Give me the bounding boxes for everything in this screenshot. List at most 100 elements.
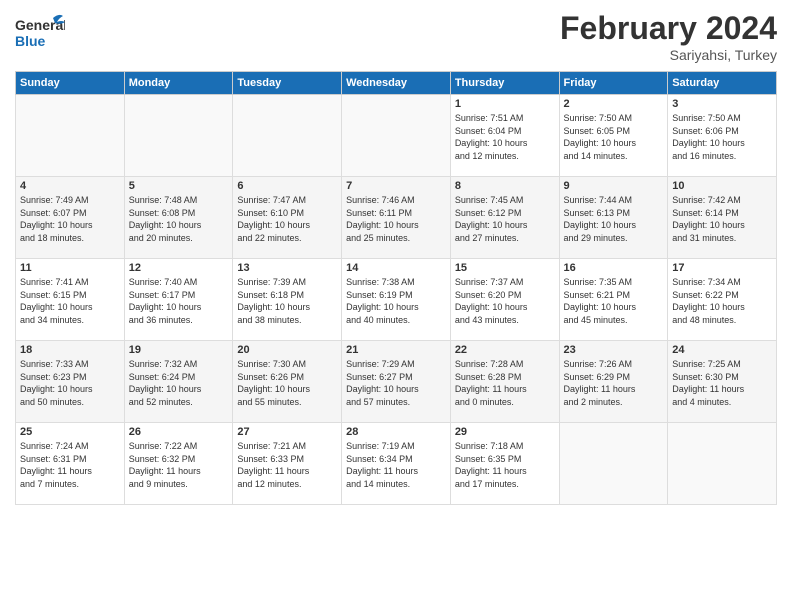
day-info: Sunrise: 7:49 AM Sunset: 6:07 PM Dayligh… (20, 194, 120, 244)
day-info: Sunrise: 7:35 AM Sunset: 6:21 PM Dayligh… (564, 276, 664, 326)
day-cell: 9 Sunrise: 7:44 AM Sunset: 6:13 PM Daylig… (559, 177, 668, 259)
day-info: Sunrise: 7:25 AM Sunset: 6:30 PM Dayligh… (672, 358, 772, 408)
day-info: Sunrise: 7:32 AM Sunset: 6:24 PM Dayligh… (129, 358, 229, 408)
day-number: 3 (672, 98, 772, 110)
day-info: Sunrise: 7:33 AM Sunset: 6:23 PM Dayligh… (20, 358, 120, 408)
day-number: 9 (564, 180, 664, 192)
day-cell: 27 Sunrise: 7:21 AM Sunset: 6:33 PM Dayli… (233, 423, 342, 505)
day-number: 4 (20, 180, 120, 192)
day-cell: 4 Sunrise: 7:49 AM Sunset: 6:07 PM Daylig… (16, 177, 125, 259)
day-cell: 6 Sunrise: 7:47 AM Sunset: 6:10 PM Daylig… (233, 177, 342, 259)
col-tuesday: Tuesday (233, 72, 342, 95)
day-number: 22 (455, 344, 555, 356)
title-area: February 2024 Sariyahsi, Turkey (560, 10, 777, 63)
day-info: Sunrise: 7:34 AM Sunset: 6:22 PM Dayligh… (672, 276, 772, 326)
day-info: Sunrise: 7:45 AM Sunset: 6:12 PM Dayligh… (455, 194, 555, 244)
calendar-table: Sunday Monday Tuesday Wednesday Thursday… (15, 71, 777, 505)
day-cell (124, 95, 233, 177)
day-cell: 29Sunrise: 7:18 AM Sunset: 6:35 PM Dayli… (450, 423, 559, 505)
day-info: Sunrise: 7:46 AM Sunset: 6:11 PM Dayligh… (346, 194, 446, 244)
day-number: 23 (564, 344, 664, 356)
day-cell (668, 423, 777, 505)
day-number: 10 (672, 180, 772, 192)
day-number: 13 (237, 262, 337, 274)
day-cell: 14 Sunrise: 7:38 AM Sunset: 6:19 PM Dayli… (342, 259, 451, 341)
day-cell: 8 Sunrise: 7:45 AM Sunset: 6:12 PM Daylig… (450, 177, 559, 259)
day-cell: 3 Sunrise: 7:50 AM Sunset: 6:06 PM Daylig… (668, 95, 777, 177)
day-info: Sunrise: 7:37 AM Sunset: 6:20 PM Dayligh… (455, 276, 555, 326)
day-info: Sunrise: 7:28 AM Sunset: 6:28 PM Dayligh… (455, 358, 555, 408)
day-number: 11 (20, 262, 120, 274)
header-area: General Blue February 2024 Sariyahsi, Tu… (15, 10, 777, 63)
day-cell: 19 Sunrise: 7:32 AM Sunset: 6:24 PM Dayli… (124, 341, 233, 423)
day-number: 12 (129, 262, 229, 274)
day-cell: 28 Sunrise: 7:19 AM Sunset: 6:34 PM Dayli… (342, 423, 451, 505)
day-number: 6 (237, 180, 337, 192)
day-info: Sunrise: 7:29 AM Sunset: 6:27 PM Dayligh… (346, 358, 446, 408)
day-info: Sunrise: 7:41 AM Sunset: 6:15 PM Dayligh… (20, 276, 120, 326)
col-thursday: Thursday (450, 72, 559, 95)
day-info: Sunrise: 7:26 AM Sunset: 6:29 PM Dayligh… (564, 358, 664, 408)
day-cell: 7 Sunrise: 7:46 AM Sunset: 6:11 PM Daylig… (342, 177, 451, 259)
week-row-3: 11 Sunrise: 7:41 AM Sunset: 6:15 PM Dayli… (16, 259, 777, 341)
day-cell (16, 95, 125, 177)
day-number: 8 (455, 180, 555, 192)
week-row-1: 1 Sunrise: 7:51 AM Sunset: 6:04 PM Daylig… (16, 95, 777, 177)
day-info: Sunrise: 7:51 AM Sunset: 6:04 PM Dayligh… (455, 112, 555, 162)
week-row-5: 25Sunrise: 7:24 AM Sunset: 6:31 PM Dayli… (16, 423, 777, 505)
day-cell: 11 Sunrise: 7:41 AM Sunset: 6:15 PM Dayli… (16, 259, 125, 341)
day-cell: 18 Sunrise: 7:33 AM Sunset: 6:23 PM Dayli… (16, 341, 125, 423)
day-number: 19 (129, 344, 229, 356)
day-cell: 10Sunrise: 7:42 AM Sunset: 6:14 PM Dayli… (668, 177, 777, 259)
week-row-4: 18 Sunrise: 7:33 AM Sunset: 6:23 PM Dayli… (16, 341, 777, 423)
day-cell: 5 Sunrise: 7:48 AM Sunset: 6:08 PM Daylig… (124, 177, 233, 259)
day-number: 17 (672, 262, 772, 274)
col-sunday: Sunday (16, 72, 125, 95)
day-cell: 22 Sunrise: 7:28 AM Sunset: 6:28 PM Dayli… (450, 341, 559, 423)
day-cell: 2Sunrise: 7:50 AM Sunset: 6:05 PM Daylig… (559, 95, 668, 177)
day-number: 5 (129, 180, 229, 192)
day-info: Sunrise: 7:21 AM Sunset: 6:33 PM Dayligh… (237, 440, 337, 490)
day-info: Sunrise: 7:50 AM Sunset: 6:06 PM Dayligh… (672, 112, 772, 162)
page-container: General Blue February 2024 Sariyahsi, Tu… (0, 0, 792, 510)
day-info: Sunrise: 7:38 AM Sunset: 6:19 PM Dayligh… (346, 276, 446, 326)
day-number: 28 (346, 426, 446, 438)
day-cell: 16 Sunrise: 7:35 AM Sunset: 6:21 PM Dayli… (559, 259, 668, 341)
day-info: Sunrise: 7:50 AM Sunset: 6:05 PM Dayligh… (564, 112, 664, 162)
day-cell: 17 Sunrise: 7:34 AM Sunset: 6:22 PM Dayli… (668, 259, 777, 341)
day-cell: 25Sunrise: 7:24 AM Sunset: 6:31 PM Dayli… (16, 423, 125, 505)
day-info: Sunrise: 7:22 AM Sunset: 6:32 PM Dayligh… (129, 440, 229, 490)
day-cell (342, 95, 451, 177)
day-cell: 24 Sunrise: 7:25 AM Sunset: 6:30 PM Dayli… (668, 341, 777, 423)
day-cell: 21Sunrise: 7:29 AM Sunset: 6:27 PM Dayli… (342, 341, 451, 423)
col-monday: Monday (124, 72, 233, 95)
day-cell: 23 Sunrise: 7:26 AM Sunset: 6:29 PM Dayli… (559, 341, 668, 423)
calendar-body: 1 Sunrise: 7:51 AM Sunset: 6:04 PM Daylig… (16, 95, 777, 505)
day-cell: 1 Sunrise: 7:51 AM Sunset: 6:04 PM Daylig… (450, 95, 559, 177)
day-number: 18 (20, 344, 120, 356)
header-row: Sunday Monday Tuesday Wednesday Thursday… (16, 72, 777, 95)
day-number: 15 (455, 262, 555, 274)
day-cell: 13Sunrise: 7:39 AM Sunset: 6:18 PM Dayli… (233, 259, 342, 341)
day-number: 26 (129, 426, 229, 438)
day-info: Sunrise: 7:47 AM Sunset: 6:10 PM Dayligh… (237, 194, 337, 244)
day-cell: 20Sunrise: 7:30 AM Sunset: 6:26 PM Dayli… (233, 341, 342, 423)
day-cell: 26 Sunrise: 7:22 AM Sunset: 6:32 PM Dayli… (124, 423, 233, 505)
day-info: Sunrise: 7:48 AM Sunset: 6:08 PM Dayligh… (129, 194, 229, 244)
day-info: Sunrise: 7:44 AM Sunset: 6:13 PM Dayligh… (564, 194, 664, 244)
day-info: Sunrise: 7:40 AM Sunset: 6:17 PM Dayligh… (129, 276, 229, 326)
day-number: 27 (237, 426, 337, 438)
month-title: February 2024 (560, 10, 777, 47)
logo: General Blue (15, 10, 65, 55)
day-info: Sunrise: 7:18 AM Sunset: 6:35 PM Dayligh… (455, 440, 555, 490)
day-info: Sunrise: 7:30 AM Sunset: 6:26 PM Dayligh… (237, 358, 337, 408)
location-subtitle: Sariyahsi, Turkey (560, 47, 777, 63)
week-row-2: 4 Sunrise: 7:49 AM Sunset: 6:07 PM Daylig… (16, 177, 777, 259)
day-number: 14 (346, 262, 446, 274)
day-number: 24 (672, 344, 772, 356)
day-info: Sunrise: 7:19 AM Sunset: 6:34 PM Dayligh… (346, 440, 446, 490)
day-number: 16 (564, 262, 664, 274)
day-number: 7 (346, 180, 446, 192)
day-number: 1 (455, 98, 555, 110)
day-cell (559, 423, 668, 505)
